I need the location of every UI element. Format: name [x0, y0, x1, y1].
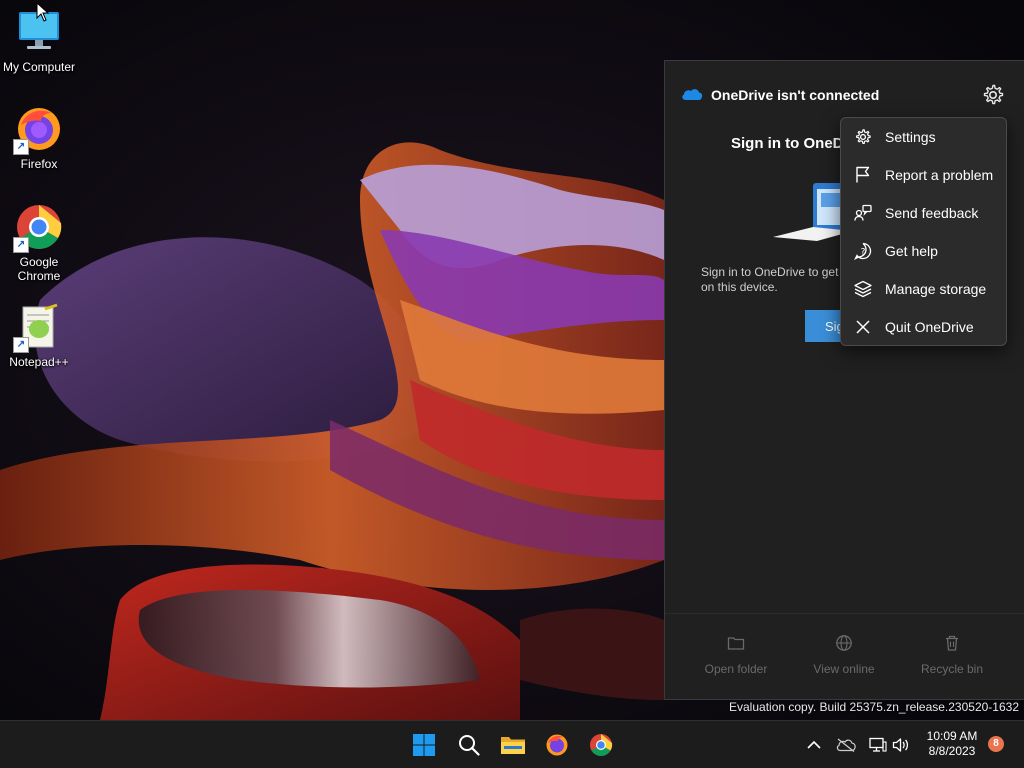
trash-icon — [946, 635, 958, 651]
menu-item-report-a-problem[interactable]: Report a problem — [845, 157, 1002, 193]
clock-time: 10:09 AM — [926, 729, 978, 743]
open-folder-button[interactable]: Open folder — [681, 634, 791, 676]
chevron-up-icon — [807, 740, 821, 749]
firefox-icon: ↗ — [13, 105, 63, 155]
menu-item-label: Send feedback — [885, 205, 979, 221]
tray-network[interactable] — [868, 735, 888, 755]
shortcut-arrow-icon: ↗ — [13, 337, 29, 353]
view-online-label: View online — [813, 662, 875, 676]
menu-item-settings[interactable]: Settings — [845, 119, 1002, 155]
layers-icon — [853, 279, 873, 299]
volume-icon — [892, 738, 909, 752]
gear-icon[interactable] — [981, 83, 1005, 107]
onedrive-cloud-icon — [682, 89, 703, 100]
menu-item-label: Get help — [885, 243, 938, 259]
notification-count-badge[interactable]: 8 — [988, 736, 1004, 752]
tray-onedrive[interactable] — [836, 735, 856, 755]
taskbar-clock[interactable]: 10:09 AM 8/8/2023 — [920, 729, 984, 759]
close-icon — [853, 317, 873, 337]
menu-item-get-help[interactable]: ? Get help — [845, 233, 1002, 269]
mouse-cursor-icon — [36, 2, 50, 22]
evaluation-watermark: Evaluation copy. Build 25375.zn_release.… — [729, 700, 1019, 714]
onedrive-status-title: OneDrive isn't connected — [711, 87, 880, 103]
taskbar-firefox[interactable] — [539, 727, 575, 763]
help-icon: ? — [853, 241, 873, 261]
folder-icon — [727, 637, 745, 650]
chrome-icon — [590, 734, 613, 756]
menu-item-label: Report a problem — [885, 167, 994, 183]
menu-item-send-feedback[interactable]: Send feedback — [845, 195, 1002, 231]
menu-item-label: Settings — [885, 129, 936, 145]
onedrive-settings-menu: Settings Report a problem Send feedback … — [840, 117, 1007, 346]
taskbar: 10:09 AM 8/8/2023 8 — [0, 720, 1024, 768]
shortcut-arrow-icon: ↗ — [13, 237, 29, 253]
shortcut-arrow-icon: ↗ — [13, 139, 29, 155]
desktop-icon-label: My Computer — [2, 60, 76, 74]
search-icon — [459, 735, 480, 756]
tray-volume[interactable] — [891, 735, 911, 755]
desktop-icon-label: Firefox — [20, 157, 58, 171]
taskbar-search-button[interactable] — [451, 727, 487, 763]
taskbar-file-explorer[interactable] — [495, 727, 531, 763]
start-icon — [413, 734, 435, 756]
file-explorer-icon — [501, 737, 525, 754]
desktop-icon-google-chrome[interactable]: ↗ Google Chrome — [1, 203, 77, 283]
menu-item-quit-onedrive[interactable]: Quit OneDrive — [845, 309, 1002, 345]
menu-item-label: Manage storage — [885, 281, 987, 297]
network-icon — [869, 737, 887, 752]
clock-date: 8/8/2023 — [928, 744, 976, 758]
menu-item-manage-storage[interactable]: Manage storage — [845, 271, 1002, 307]
open-folder-label: Open folder — [704, 662, 768, 676]
desktop-icon-firefox[interactable]: ↗ Firefox — [1, 105, 77, 171]
onedrive-offline-icon — [836, 738, 856, 752]
menu-item-label: Quit OneDrive — [885, 319, 974, 335]
taskbar-chrome[interactable] — [583, 727, 619, 763]
notepadpp-icon: ↗ — [13, 303, 63, 353]
show-hidden-icons-button[interactable] — [804, 735, 824, 755]
gear-icon — [853, 127, 873, 147]
flag-icon — [853, 165, 873, 185]
chrome-icon: ↗ — [13, 203, 63, 253]
svg-text:?: ? — [861, 248, 866, 258]
desktop-icon-label: Google Chrome — [17, 255, 61, 283]
view-online-button[interactable]: View online — [789, 634, 899, 676]
desktop-icon-notepadpp[interactable]: ↗ Notepad++ — [1, 303, 77, 369]
globe-icon — [836, 635, 852, 651]
onedrive-signin-title: Sign in to OneD — [731, 135, 844, 152]
start-button[interactable] — [406, 727, 442, 763]
recycle-bin-button[interactable]: Recycle bin — [897, 634, 1007, 676]
onedrive-footer: Open folder View online Recycle bin — [665, 613, 1024, 700]
onedrive-signin-description: Sign in to OneDrive to get on this devic… — [701, 265, 839, 294]
firefox-icon — [546, 734, 568, 756]
desktop-icon-label: Notepad++ — [9, 355, 69, 369]
recycle-bin-label: Recycle bin — [920, 662, 984, 676]
feedback-icon — [853, 203, 873, 223]
